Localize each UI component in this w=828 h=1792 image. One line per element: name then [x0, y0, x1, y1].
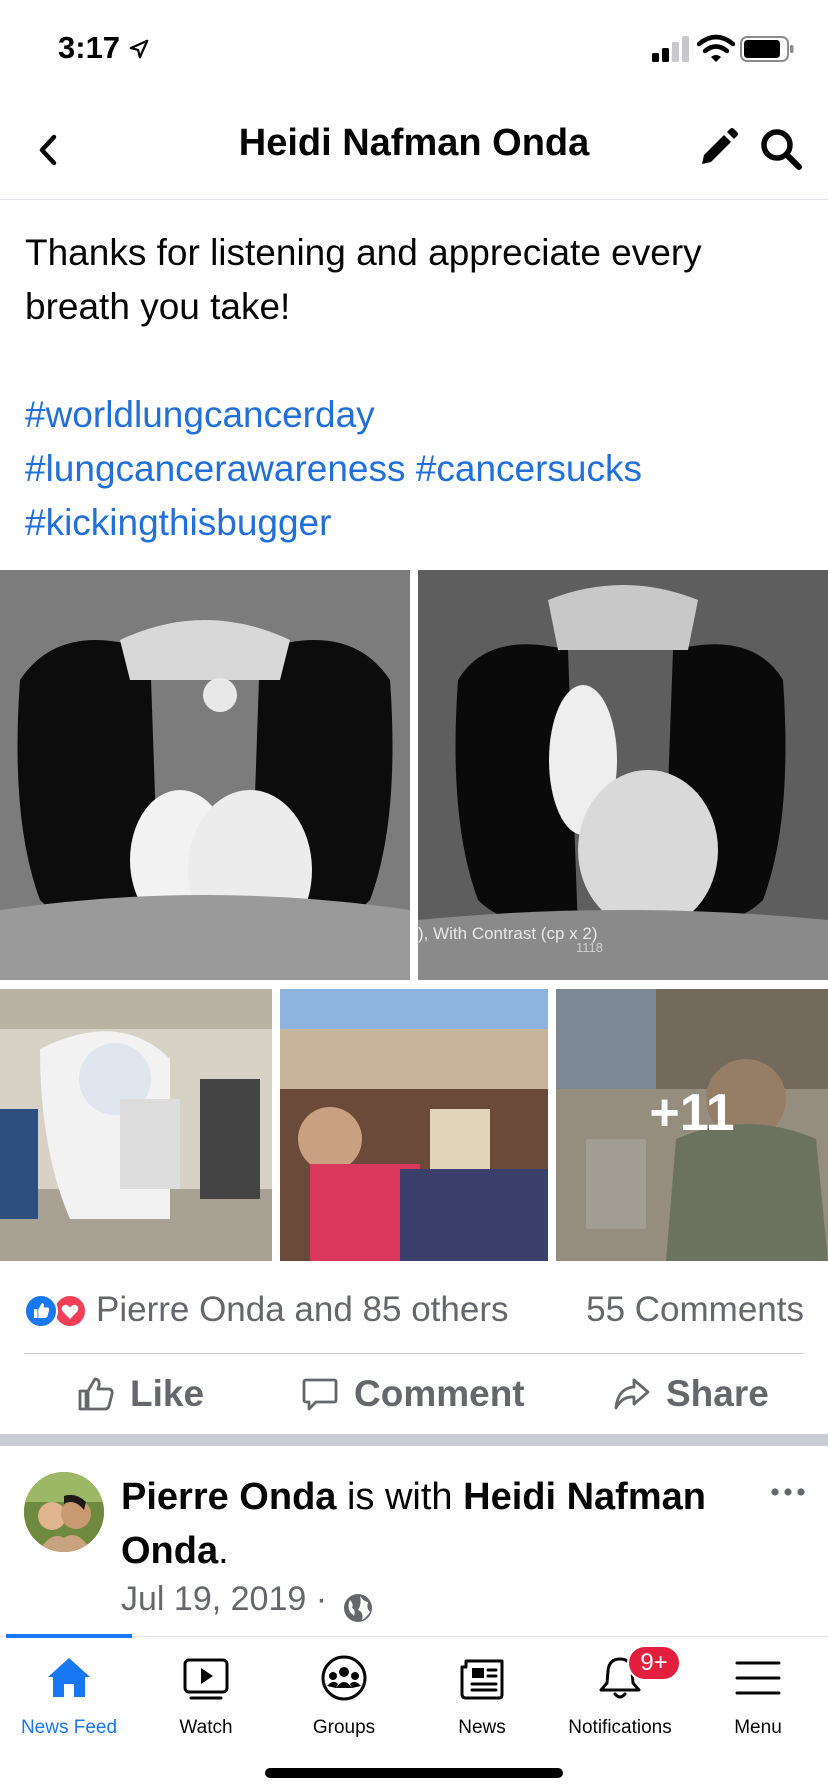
hashtag-list: #worldlungcancerday #lungcancerawareness… — [25, 388, 815, 550]
search-icon[interactable] — [756, 124, 806, 174]
tab-groups[interactable]: Groups — [275, 1637, 413, 1747]
location-arrow-icon — [129, 39, 149, 59]
with-text: is with — [346, 1476, 453, 1518]
wifi-icon — [697, 34, 735, 62]
hashtag-link[interactable]: #worldlungcancerday — [25, 394, 375, 435]
status-time: 3:17 — [58, 30, 121, 65]
ct-scan-contrast-photo[interactable]: ), With Contrast (cp x 2) 1118 — [418, 570, 828, 980]
tab-label: News Feed — [20, 1717, 118, 1738]
more-photos-count: +11 — [649, 1084, 735, 1142]
hamburger-menu-icon — [735, 1661, 781, 1695]
tab-watch[interactable]: Watch — [137, 1637, 275, 1747]
reactors-text[interactable]: Pierre Onda and 85 others — [96, 1290, 508, 1330]
love-reaction-icon — [53, 1294, 87, 1328]
comment-bubble-icon — [302, 1378, 338, 1411]
groups-icon — [321, 1655, 367, 1701]
like-button[interactable]: Like — [76, 1354, 204, 1434]
cellular-signal-icon — [652, 36, 689, 62]
share-button[interactable]: Share — [612, 1354, 769, 1434]
share-arrow-icon — [614, 1378, 650, 1410]
reactions-summary[interactable]: Pierre Onda and 85 others 55 Comments — [0, 1272, 828, 1352]
profile-header: Heidi Nafman Onda — [0, 100, 828, 200]
thumbs-up-icon — [78, 1377, 114, 1411]
post-text: Thanks for listening and appreciate ever… — [25, 226, 815, 334]
home-indicator[interactable] — [265, 1768, 563, 1778]
comment-button[interactable]: Comment — [300, 1354, 525, 1434]
status-bar: 3:17 — [0, 0, 828, 100]
tab-label: News — [458, 1717, 506, 1738]
avatar[interactable] — [24, 1472, 104, 1552]
patient-window-photo[interactable] — [280, 989, 548, 1261]
tab-label: Watch — [179, 1717, 233, 1738]
more-options-icon[interactable] — [768, 1482, 808, 1502]
watch-play-icon — [183, 1658, 229, 1700]
next-post: Pierre Onda is with Heidi Nafman Onda. J… — [0, 1446, 828, 1636]
tab-label: Groups — [312, 1717, 376, 1738]
post-headline: Pierre Onda is with Heidi Nafman Onda. — [121, 1470, 741, 1578]
globe-icon — [344, 1594, 372, 1622]
post-author-link[interactable]: Pierre Onda — [121, 1476, 336, 1518]
tab-news-feed[interactable]: News Feed — [0, 1637, 138, 1747]
tab-menu[interactable]: Menu — [689, 1637, 827, 1747]
comment-label: Comment — [354, 1373, 525, 1414]
hashtag-link[interactable]: #cancersucks — [416, 448, 642, 489]
more-photos-overlay[interactable]: +11 — [556, 989, 828, 1261]
radiation-machine-photo[interactable] — [0, 989, 272, 1261]
patient-peace-sign-photo[interactable]: +11 — [556, 989, 828, 1261]
post-date[interactable]: Jul 19, 2019 · — [121, 1580, 327, 1619]
like-label: Like — [130, 1373, 205, 1414]
pencil-icon[interactable] — [694, 124, 742, 172]
hashtag-link[interactable]: #kickingthisbugger — [25, 502, 331, 543]
tab-notifications[interactable]: 9+ Notifications — [551, 1637, 689, 1747]
share-label: Share — [666, 1373, 769, 1414]
post-action-bar: Like Comment Share — [0, 1354, 828, 1434]
notification-badge: 9+ — [627, 1645, 681, 1681]
ct-scan-photo[interactable] — [0, 570, 410, 980]
post-text-line: breath you take! — [25, 286, 291, 327]
news-icon — [460, 1659, 504, 1700]
comments-count[interactable]: 55 Comments — [586, 1290, 804, 1330]
tab-news[interactable]: News — [413, 1637, 551, 1747]
ct-caption-text: ), With Contrast (cp x 2) — [418, 924, 598, 943]
tab-label: Notifications — [568, 1717, 672, 1738]
battery-icon — [740, 36, 794, 62]
home-icon — [48, 1658, 90, 1697]
tab-label: Menu — [734, 1717, 782, 1738]
post-text-line: Thanks for listening and appreciate ever… — [25, 232, 702, 273]
post-separator — [0, 1434, 828, 1446]
hashtag-link[interactable]: #lungcancerawareness — [25, 448, 406, 489]
ct-caption-subtext: 1118 — [576, 940, 603, 955]
like-reaction-icon — [24, 1294, 58, 1328]
headline-period: . — [218, 1530, 229, 1572]
